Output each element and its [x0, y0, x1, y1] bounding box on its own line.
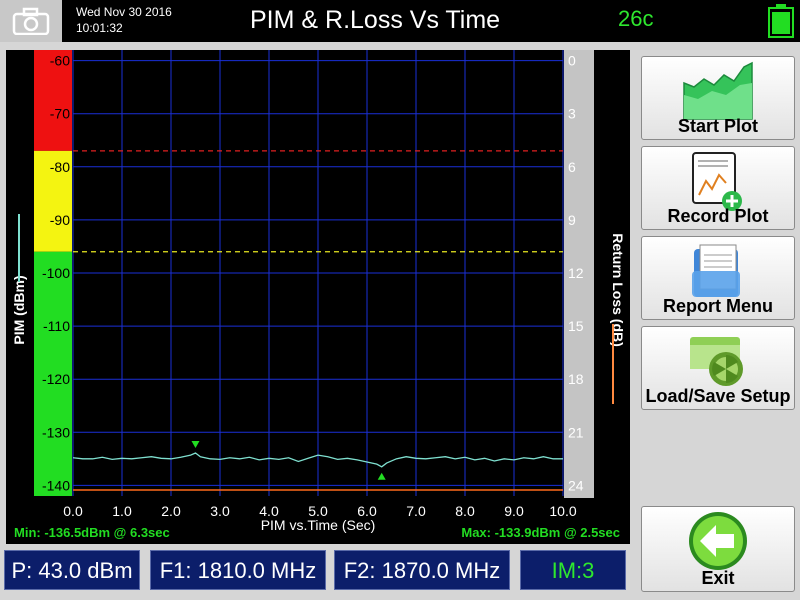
y-left-tick-label: -130 — [42, 424, 70, 440]
y-left-tick-label: -140 — [42, 477, 70, 493]
min-marker — [377, 472, 386, 480]
x-tick-label: 0.0 — [63, 503, 83, 519]
load-save-setup-label: Load/Save Setup — [645, 386, 791, 406]
start-plot-button[interactable]: Start Plot — [641, 56, 795, 140]
y-left-tick-label: -70 — [50, 106, 70, 122]
y-left-tick-label: -60 — [50, 53, 70, 69]
y-right-tick-label: 12 — [568, 265, 584, 281]
battery-icon — [768, 4, 794, 38]
camera-button[interactable] — [0, 0, 62, 42]
date-text: Wed Nov 30 2016 — [76, 5, 172, 19]
f1-frequency-readout: F1: 1810.0 MHz — [150, 550, 326, 590]
x-tick-label: 8.0 — [455, 503, 475, 519]
record-plot-button[interactable]: Record Plot — [641, 146, 795, 230]
y-right-tick-label: 3 — [568, 106, 576, 122]
top-bar: Wed Nov 30 2016 10:01:32 PIM & R.Loss Vs… — [0, 0, 800, 42]
camera-icon — [12, 7, 50, 35]
x-tick-label: 1.0 — [112, 503, 132, 519]
exit-label: Exit — [701, 568, 735, 588]
max-marker — [191, 440, 200, 448]
pim-return-loss-chart: 0.0 1.0 2.0 3.0 4.0 5.0 6.0 7.0 8.0 9.0 10.0-60-70… — [11, 50, 626, 540]
x-tick-label: 7.0 — [406, 503, 426, 519]
x-tick-label: 3.0 — [210, 503, 230, 519]
load-save-setup-button[interactable]: Load/Save Setup — [641, 326, 795, 410]
y-left-tick-label: -100 — [42, 265, 70, 281]
im-order-readout: IM:3 — [520, 550, 626, 590]
record-plot-label: Record Plot — [667, 206, 769, 226]
y-left-tick-label: -120 — [42, 371, 70, 387]
f2-frequency-readout: F2: 1870.0 MHz — [334, 550, 510, 590]
x-tick-label: 10.0 — [549, 503, 576, 519]
y-right-tick-label: 18 — [568, 371, 584, 387]
y-right-tick-label: 9 — [568, 212, 576, 228]
exit-button[interactable]: Exit — [641, 506, 795, 592]
report-menu-label: Report Menu — [663, 296, 773, 316]
date-time: Wed Nov 30 2016 10:01:32 — [76, 4, 172, 36]
page-title: PIM & R.Loss Vs Time — [250, 6, 501, 34]
y-left-axis-label: PIM (dBm) — [11, 275, 27, 344]
start-plot-label: Start Plot — [677, 116, 758, 136]
x-tick-label: 2.0 — [161, 503, 181, 519]
report-icon — [692, 244, 740, 297]
y-left-tick-label: -80 — [50, 159, 70, 175]
y-right-tick-label: 0 — [568, 53, 576, 69]
y-right-tick-label: 24 — [568, 477, 584, 493]
y-right-tick-label: 15 — [568, 318, 584, 334]
load-save-icon — [690, 337, 743, 386]
record-chart-icon — [692, 152, 742, 211]
x-tick-label: 9.0 — [504, 503, 524, 519]
report-menu-button[interactable]: Report Menu — [641, 236, 795, 320]
max-label: Max: -133.9dBm @ 2.5sec — [461, 525, 620, 540]
x-axis-label: PIM vs.Time (Sec) — [261, 517, 376, 533]
area-chart-icon — [683, 61, 753, 120]
power-readout: P: 43.0 dBm — [4, 550, 140, 590]
y-right-tick-label: 6 — [568, 159, 576, 175]
y-left-tick-label: -90 — [50, 212, 70, 228]
y-right-tick-label: 21 — [568, 424, 584, 440]
back-arrow-icon — [689, 512, 747, 570]
plot-area: 0.0 1.0 2.0 3.0 4.0 5.0 6.0 7.0 8.0 9.0 10.0 -60 -70… — [6, 50, 630, 544]
y-left-tick-label: -110 — [43, 318, 70, 334]
time-text: 10:01:32 — [76, 21, 123, 35]
temperature-readout: 26c — [618, 6, 654, 31]
min-label: Min: -136.5dBm @ 6.3sec — [14, 525, 170, 540]
